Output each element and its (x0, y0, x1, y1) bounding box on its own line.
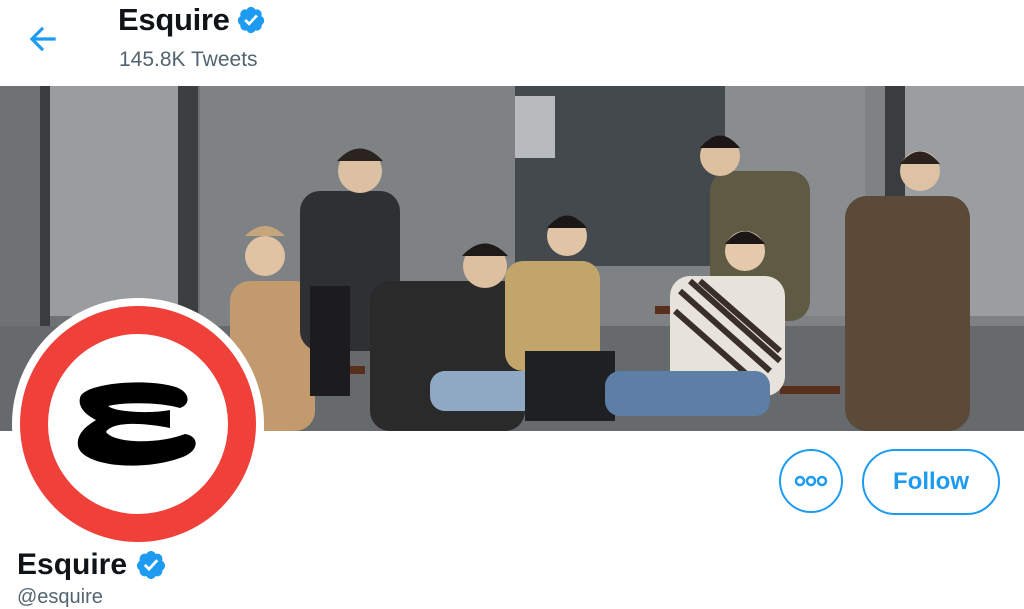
verified-badge-icon (137, 551, 166, 579)
follow-button[interactable]: Follow (862, 449, 1000, 515)
profile-name-row: Esquire (17, 548, 167, 582)
profile-handle: @esquire (17, 586, 103, 608)
back-button[interactable] (24, 20, 62, 58)
more-options-button[interactable] (779, 449, 843, 513)
profile-name: Esquire (17, 548, 128, 581)
profile-header: Esquire 145.8K Tweets (0, 0, 1024, 86)
profile-avatar[interactable] (12, 298, 264, 550)
header-title-row: Esquire (118, 2, 266, 38)
esquire-logo (20, 306, 256, 542)
more-horizontal-icon (794, 475, 828, 487)
arrow-left-icon (29, 26, 56, 52)
tweet-count: 145.8K Tweets (119, 48, 258, 71)
verified-badge-icon (237, 6, 264, 34)
header-title: Esquire (118, 2, 230, 37)
